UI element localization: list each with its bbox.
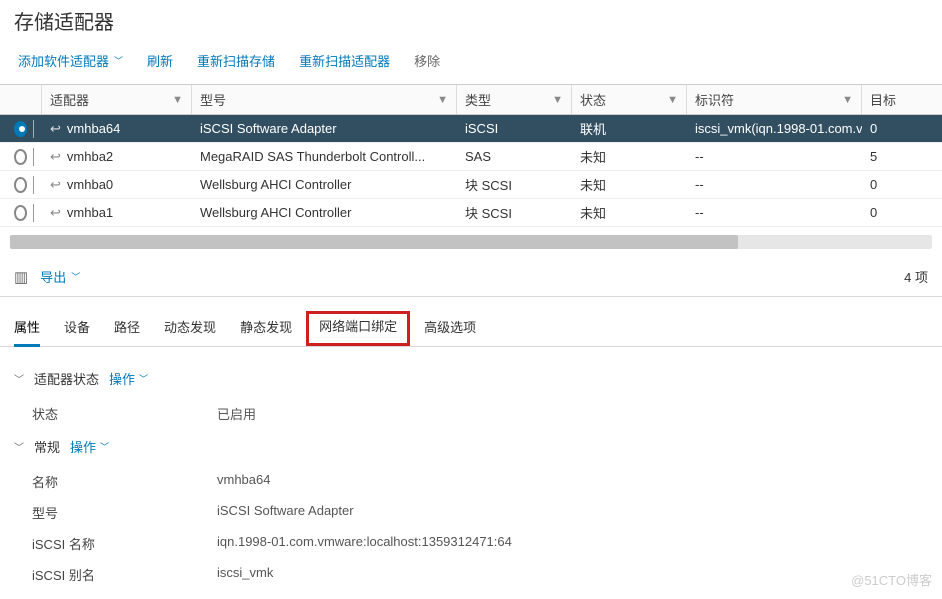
table-row[interactable]: ↩vmhba0 Wellsburg AHCI Controller 块 SCSI…: [0, 171, 942, 199]
grid-header-type[interactable]: 类型▼: [457, 85, 572, 114]
prop-iscsi-alias: iSCSI 别名 iscsi_vmk: [14, 559, 928, 590]
refresh-button[interactable]: 刷新: [147, 51, 173, 70]
tab-static-discovery[interactable]: 静态发现: [240, 313, 292, 346]
tab-port-binding[interactable]: 网络端口绑定: [306, 311, 410, 346]
chevron-down-icon: ﹀: [100, 440, 109, 453]
grid-header-radio: [0, 85, 42, 114]
row-count: 4 项: [904, 267, 928, 286]
table-row[interactable]: ↩vmhba64 iSCSI Software Adapter iSCSI 联机…: [0, 115, 942, 143]
tab-paths[interactable]: 路径: [114, 313, 140, 346]
filter-icon[interactable]: ▼: [842, 94, 853, 106]
radio-unselected[interactable]: [14, 149, 27, 165]
filter-icon[interactable]: ▼: [667, 94, 678, 106]
table-row[interactable]: ↩vmhba1 Wellsburg AHCI Controller 块 SCSI…: [0, 199, 942, 227]
adapter-icon: ↩: [50, 205, 61, 221]
prop-model: 型号 iSCSI Software Adapter: [14, 497, 928, 528]
tab-devices[interactable]: 设备: [64, 313, 90, 346]
adapter-icon: ↩: [50, 149, 61, 165]
chevron-down-icon: ﹀: [114, 54, 123, 67]
radio-selected[interactable]: [14, 121, 27, 137]
general-actions[interactable]: 操作﹀: [70, 437, 109, 456]
section-general[interactable]: ﹀ 常规 操作﹀: [14, 437, 928, 456]
grid-header-targets[interactable]: 目标: [862, 85, 927, 114]
prop-status: 状态 已启用: [14, 398, 928, 429]
watermark: @51CTO博客: [851, 570, 932, 589]
remove-button[interactable]: 移除: [414, 51, 440, 70]
tab-dynamic-discovery[interactable]: 动态发现: [164, 313, 216, 346]
adapter-icon: ↩: [50, 177, 61, 193]
rescan-adapter-button[interactable]: 重新扫描适配器: [299, 51, 390, 70]
section-adapter-status[interactable]: ﹀ 适配器状态 操作﹀: [14, 369, 928, 388]
grid-footer: ▥ 导出﹀ 4 项: [0, 263, 942, 297]
prop-iscsi-name: iSCSI 名称 iqn.1998-01.com.vmware:localhos…: [14, 528, 928, 559]
tab-properties[interactable]: 属性: [14, 313, 40, 346]
tab-advanced[interactable]: 高级选项: [424, 313, 476, 346]
chevron-down-icon: ﹀: [71, 270, 80, 283]
prop-name: 名称 vmhba64: [14, 466, 928, 497]
grid-header-identifier[interactable]: 标识符▼: [687, 85, 862, 114]
export-button[interactable]: 导出﹀: [40, 267, 80, 286]
grid-header-status[interactable]: 状态▼: [572, 85, 687, 114]
adapter-grid: 适配器▼ 型号▼ 类型▼ 状态▼ 标识符▼ 目标 ↩vmhba64 iSCSI …: [0, 84, 942, 297]
detail-pane: ﹀ 适配器状态 操作﹀ 状态 已启用 ﹀ 常规 操作﹀ 名称 vmhba64 型…: [0, 347, 942, 599]
filter-icon[interactable]: ▼: [437, 94, 448, 106]
filter-icon[interactable]: ▼: [552, 94, 563, 106]
grid-header-model[interactable]: 型号▼: [192, 85, 457, 114]
detail-tabs: 属性 设备 路径 动态发现 静态发现 网络端口绑定 高级选项: [0, 297, 942, 347]
horizontal-scrollbar[interactable]: [10, 235, 932, 249]
table-row[interactable]: ↩vmhba2 MegaRAID SAS Thunderbolt Control…: [0, 143, 942, 171]
filter-icon[interactable]: ▼: [172, 94, 183, 106]
add-adapter-button[interactable]: 添加软件适配器﹀: [18, 51, 123, 70]
radio-unselected[interactable]: [14, 205, 27, 221]
chevron-down-icon: ﹀: [139, 372, 148, 385]
toolbar: 添加软件适配器﹀ 刷新 重新扫描存储 重新扫描适配器 移除: [0, 45, 942, 84]
adapter-icon: ↩: [50, 121, 61, 137]
grid-header-adapter[interactable]: 适配器▼: [42, 85, 192, 114]
adapter-status-actions[interactable]: 操作﹀: [109, 369, 148, 388]
chevron-down-icon: ﹀: [14, 371, 24, 386]
page-title: 存储适配器: [0, 0, 942, 45]
radio-unselected[interactable]: [14, 177, 27, 193]
chevron-down-icon: ﹀: [14, 439, 24, 454]
rescan-storage-button[interactable]: 重新扫描存储: [197, 51, 275, 70]
columns-icon[interactable]: ▥: [14, 268, 28, 286]
grid-header: 适配器▼ 型号▼ 类型▼ 状态▼ 标识符▼ 目标: [0, 85, 942, 115]
